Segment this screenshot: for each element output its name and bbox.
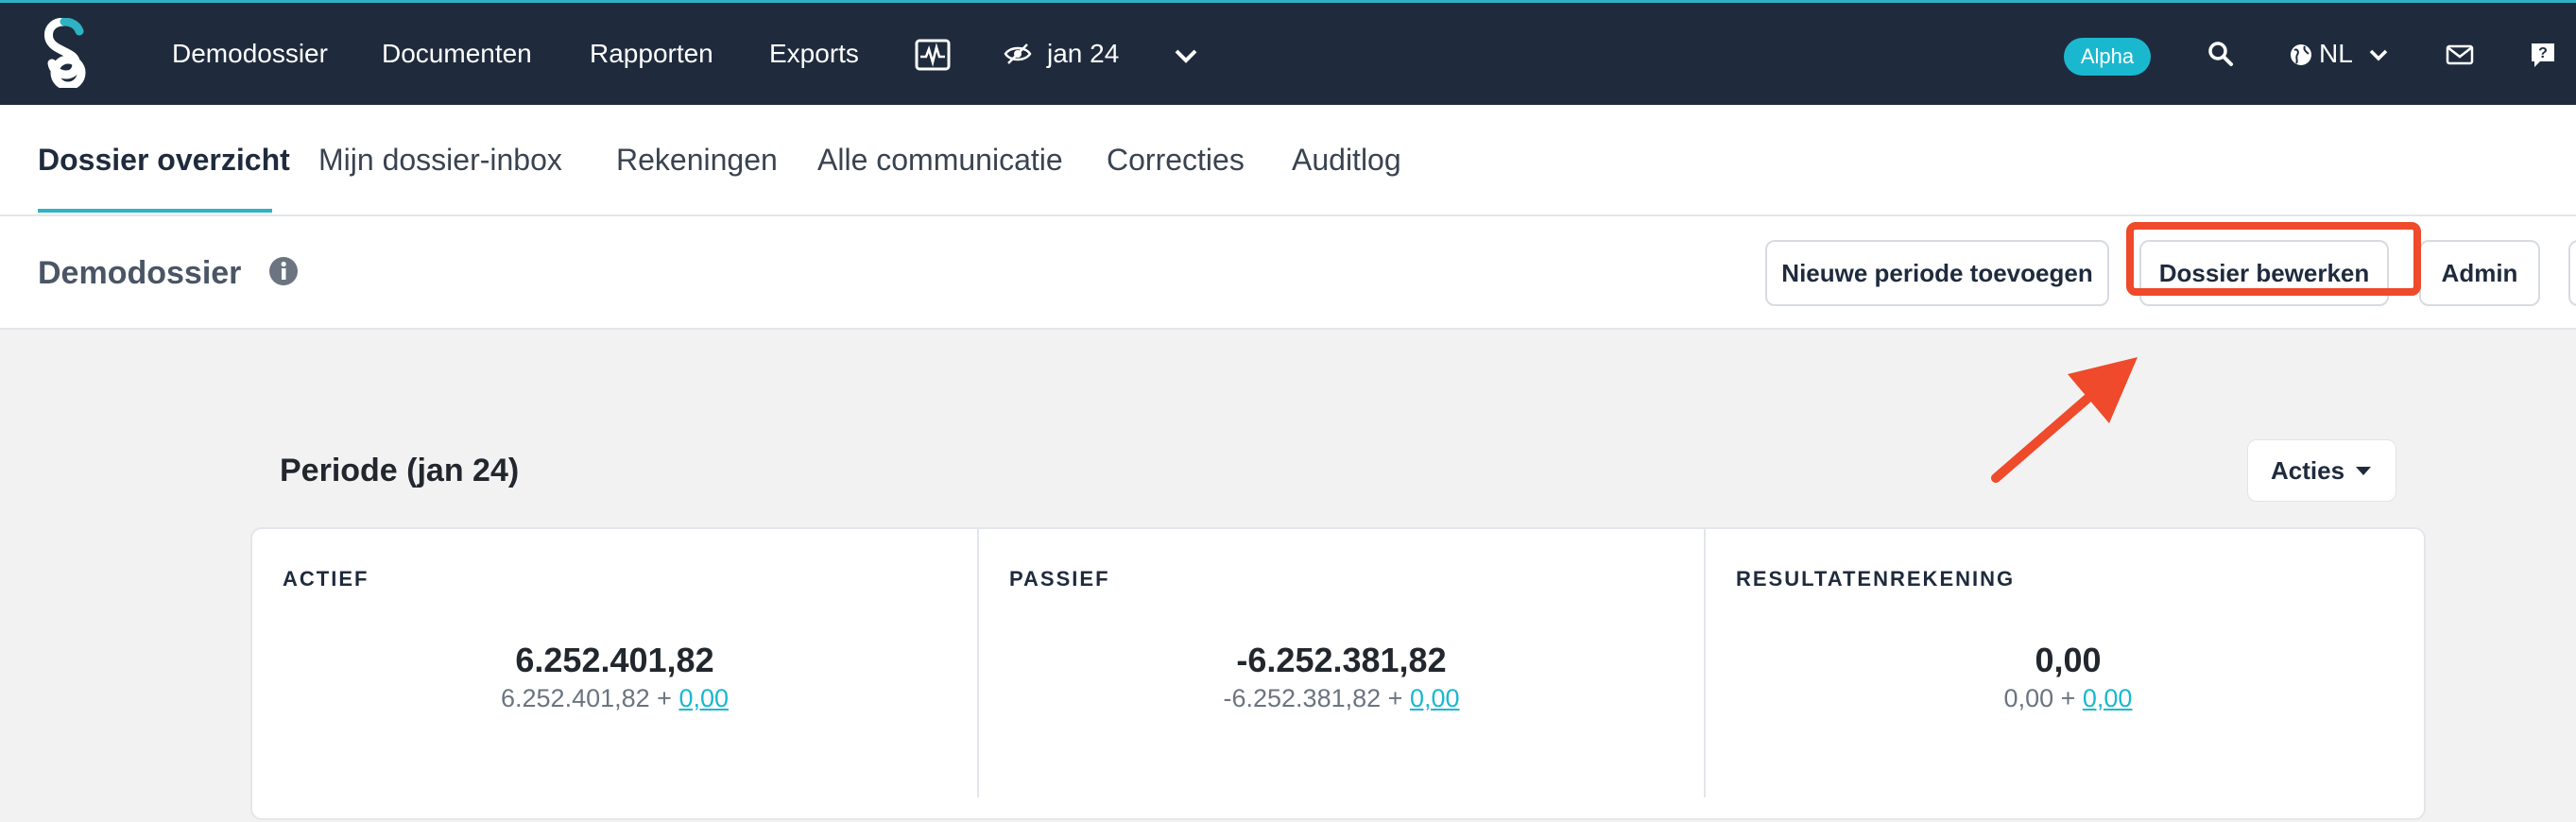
- tab-correcties[interactable]: Correcties: [1107, 139, 1245, 180]
- tab-mijn-dossier-inbox[interactable]: Mijn dossier-inbox: [318, 139, 562, 180]
- nav-documenten[interactable]: Documenten: [382, 33, 532, 75]
- summary-label: ACTIEF: [283, 567, 369, 591]
- tab-dossier-overzicht[interactable]: Dossier overzicht: [38, 139, 290, 180]
- eye-off-icon[interactable]: [1004, 43, 1032, 65]
- search-icon[interactable]: [2207, 41, 2234, 67]
- acties-label: Acties: [2271, 456, 2345, 485]
- nav-demodossier[interactable]: Demodossier: [172, 33, 328, 75]
- globe-icon[interactable]: [2289, 43, 2313, 67]
- caret-down-icon: [2356, 467, 2371, 475]
- summary-correction-link[interactable]: 0,00: [678, 684, 729, 712]
- summary-correction-link[interactable]: 0,00: [2083, 684, 2133, 712]
- highlight-box-annotation: [2126, 222, 2421, 296]
- summary-value: 6.252.401,82: [515, 641, 714, 679]
- summary-breakdown: 0,00 + 0,00: [1706, 684, 2430, 713]
- app-logo[interactable]: [43, 18, 91, 88]
- summary-base: 0,00 +: [2003, 684, 2076, 712]
- summary-base: 6.252.401,82 +: [501, 684, 672, 712]
- summary-label: RESULTATENREKENING: [1736, 567, 2016, 591]
- summary-value: 0,00: [2035, 641, 2102, 679]
- summary-value: -6.252.381,82: [1236, 641, 1447, 679]
- summary-label: PASSIEF: [1009, 567, 1110, 591]
- alpha-badge: Alpha: [2064, 38, 2151, 76]
- summary-actief: ACTIEF 6.252.401,82 6.252.401,82 + 0,00: [252, 529, 977, 822]
- more-button-partial[interactable]: [2568, 240, 2576, 306]
- language-chevron-down-icon[interactable]: [2368, 48, 2389, 61]
- tab-rekeningen[interactable]: Rekeningen: [616, 139, 778, 180]
- period-title: Periode (jan 24): [280, 453, 520, 488]
- dossier-tabs: Dossier overzicht Mijn dossier-inbox Rek…: [0, 105, 2576, 216]
- summary-breakdown: -6.252.381,82 + 0,00: [979, 684, 1704, 713]
- language-selector[interactable]: NL: [2319, 33, 2353, 75]
- summary-base: -6.252.381,82 +: [1223, 684, 1403, 712]
- summary-correction-link[interactable]: 0,00: [1410, 684, 1460, 712]
- tab-alle-communicatie[interactable]: Alle communicatie: [817, 139, 1063, 180]
- top-navigation-bar: Demodossier Documenten Rapporten Exports…: [0, 0, 2576, 105]
- balance-summary-card: ACTIEF 6.252.401,82 6.252.401,82 + 0,00 …: [250, 527, 2426, 820]
- page-title: Demodossier: [38, 255, 242, 291]
- period-selector-label[interactable]: jan 24: [1047, 33, 1119, 75]
- summary-resultatenrekening: RESULTATENREKENING 0,00 0,00 + 0,00: [1706, 529, 2430, 822]
- nav-exports[interactable]: Exports: [769, 33, 859, 75]
- acties-dropdown-button[interactable]: Acties: [2247, 439, 2396, 502]
- arrow-annotation: [1991, 357, 2138, 483]
- activity-monitor-icon[interactable]: [915, 39, 951, 71]
- mail-icon[interactable]: [2446, 44, 2474, 65]
- chevron-down-icon[interactable]: [1174, 48, 1198, 63]
- admin-button[interactable]: Admin: [2419, 240, 2540, 306]
- new-period-button[interactable]: Nieuwe periode toevoegen: [1765, 240, 2109, 306]
- nav-rapporten[interactable]: Rapporten: [590, 33, 713, 75]
- help-icon[interactable]: ?: [2529, 41, 2557, 69]
- active-tab-indicator: [38, 209, 272, 213]
- info-icon[interactable]: [268, 256, 299, 286]
- svg-text:?: ?: [2538, 45, 2548, 61]
- tab-auditlog[interactable]: Auditlog: [1292, 139, 1401, 180]
- summary-breakdown: 6.252.401,82 + 0,00: [252, 684, 977, 713]
- summary-passief: PASSIEF -6.252.381,82 -6.252.381,82 + 0,…: [979, 529, 1704, 822]
